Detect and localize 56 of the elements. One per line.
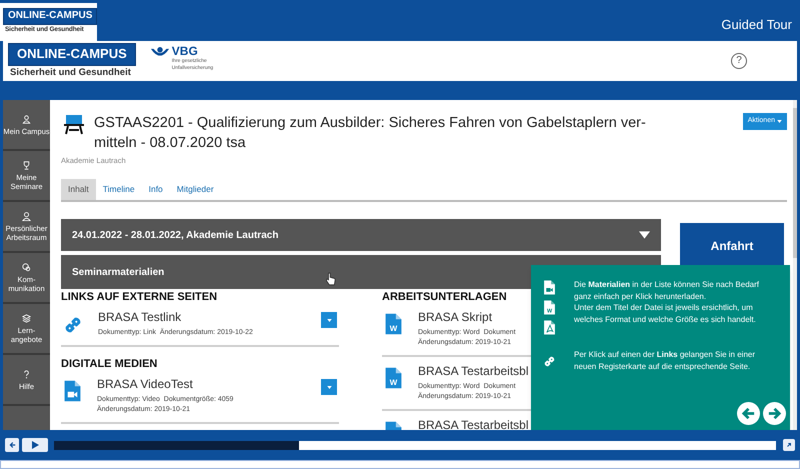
caret-icon <box>777 120 782 123</box>
partner-name: VBG <box>172 45 198 58</box>
logo-title: ONLINE-CAMPUS <box>3 8 98 24</box>
chat-icon <box>21 262 32 273</box>
logo-title: ONLINE-CAMPUS <box>8 43 136 66</box>
tab[interactable]: Info <box>142 179 170 200</box>
material-title[interactable]: BRASA Testarbeitsbl <box>418 417 529 430</box>
exit-button[interactable] <box>5 438 19 452</box>
tour-text: Per Klick auf einen der Links gelangen Sie in einer neuen Registerkarte auf die entsprechende Seite. <box>574 349 756 373</box>
trophy-icon <box>21 160 32 171</box>
pdf-document-icon <box>543 319 556 336</box>
item-menu-icon <box>326 386 332 388</box>
tour-text: Unter dem Titel der Datei ist jeweils ersichtlich, um welches Format und welche Größe es sich handelt. <box>574 302 757 325</box>
directions-label: Anfahrt <box>710 238 754 255</box>
person-icon <box>21 211 32 222</box>
item-menu-button[interactable] <box>321 379 337 395</box>
layers-icon <box>21 313 32 324</box>
date-bar-label: 24.01.2022 - 28.01.2022, Akademie Lautrach <box>72 228 278 242</box>
tour-title: Guided Tour <box>721 16 792 34</box>
section-bar-label: Seminarmaterialien <box>72 266 164 280</box>
fullscreen-button[interactable] <box>783 439 795 451</box>
word-document-icon: W <box>384 366 403 390</box>
item-menu-icon <box>326 318 332 322</box>
fullscreen-icon <box>786 442 792 448</box>
help-button[interactable]: ? <box>731 53 747 69</box>
campus-icon <box>21 114 32 124</box>
tab[interactable]: Inhalt <box>61 179 96 200</box>
tab[interactable]: Mitglieder <box>170 179 221 200</box>
next-button[interactable] <box>763 402 786 425</box>
hand-cursor-icon <box>326 272 336 286</box>
play-button[interactable] <box>22 438 48 452</box>
material-title[interactable]: BRASA Skript <box>418 309 492 325</box>
material-title[interactable]: BRASA Testlink <box>98 309 182 325</box>
easel-icon <box>64 115 84 135</box>
previous-button[interactable] <box>737 402 760 425</box>
section-heading: ARBEITSUNTERLAGEN <box>382 292 507 303</box>
video-document-icon <box>543 279 556 296</box>
page-title: GSTAAS2201 - Qualifizierung zum Ausbilder: Sicheres Fahren von Gabelstaplern ver- mitteln - 08.07.2020 tsa <box>94 114 646 153</box>
section-heading: LINKS AUF EXTERNE SEITEN <box>61 292 218 303</box>
date-bar[interactable]: 24.01.2022 - 28.01.2022, Akademie Lautrach <box>61 219 661 251</box>
material-title[interactable]: BRASA Testarbeitsbl <box>418 363 529 379</box>
logo-subtitle: Sicherheit und Gesundheit <box>10 66 131 79</box>
item-menu-button[interactable] <box>321 312 337 328</box>
previous-icon <box>741 406 756 421</box>
section-heading: DIGITALE MEDIEN <box>61 359 158 370</box>
word-document-icon: W <box>384 312 403 336</box>
progress-bar[interactable] <box>54 440 776 450</box>
exit-icon <box>8 441 16 449</box>
play-icon <box>31 441 39 449</box>
tab[interactable]: Timeline <box>96 179 142 200</box>
link-icon <box>63 315 83 335</box>
material-title[interactable]: BRASA VideoTest <box>97 376 193 392</box>
video-document-icon <box>63 379 82 403</box>
link-icon <box>543 355 556 368</box>
dropdown-triangle-icon <box>639 231 650 239</box>
next-icon <box>767 406 782 421</box>
